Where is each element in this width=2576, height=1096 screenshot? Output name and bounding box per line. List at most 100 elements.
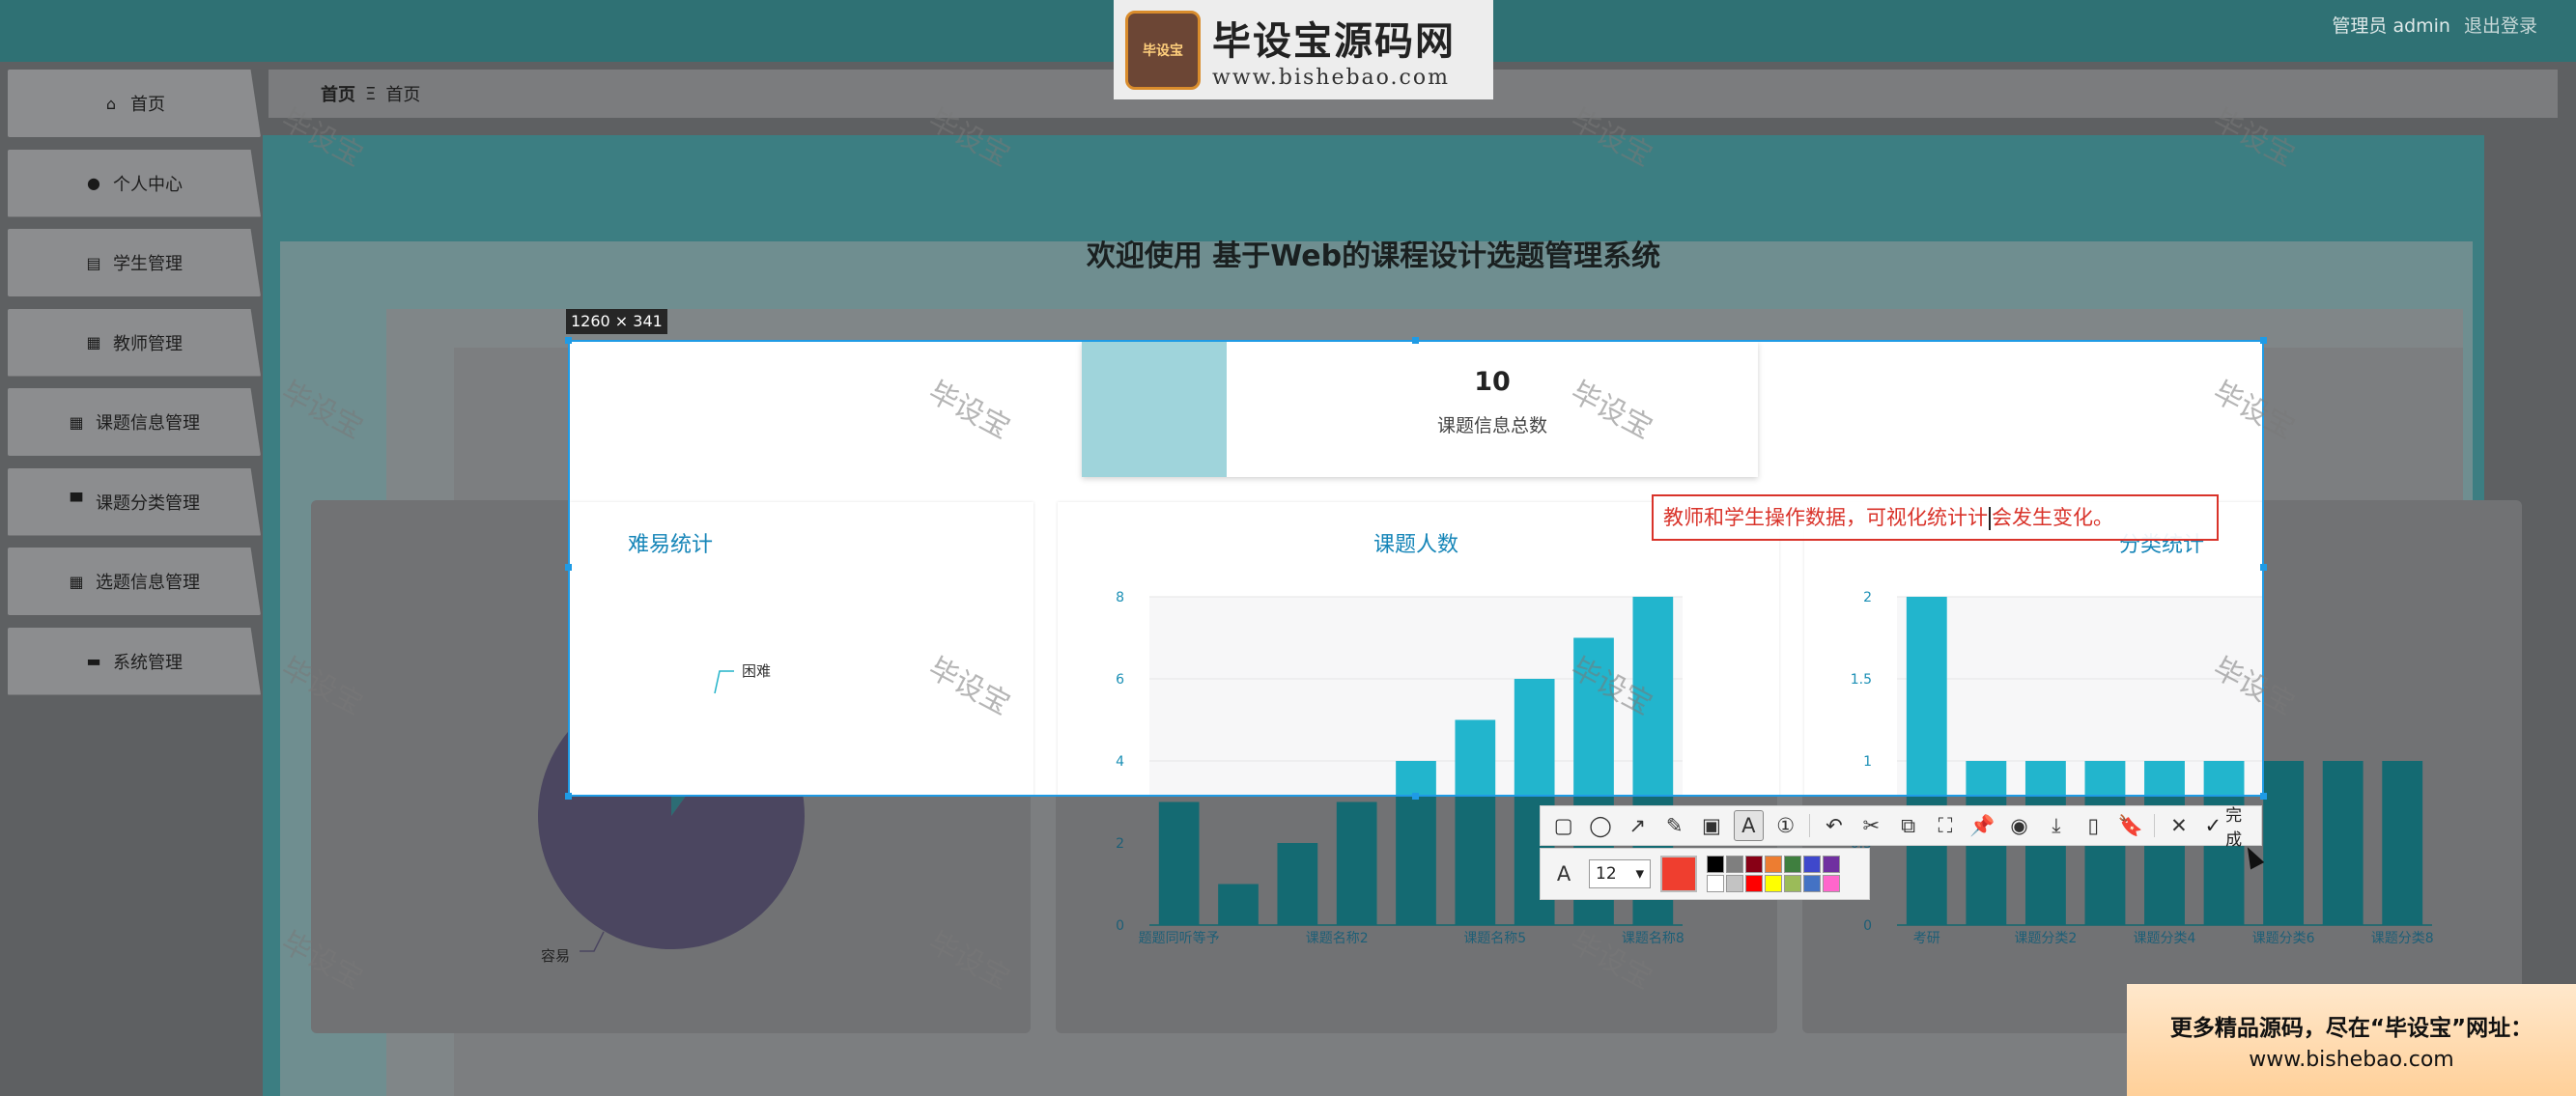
y-tick-label: 1.5 bbox=[1851, 672, 1872, 688]
text-style-toolbar: A 12 ▾ bbox=[1540, 848, 1870, 900]
resize-handle[interactable] bbox=[565, 793, 572, 800]
capture-selection[interactable]: 10 课题信息总数 难易统计 课题人数 分类统计 困难 4 6 8 1 1.5 2 bbox=[568, 340, 2264, 797]
done-button[interactable]: ✓ 完成 bbox=[2201, 801, 2261, 850]
bar bbox=[1455, 719, 1496, 795]
pen-tool-icon[interactable]: ✎ bbox=[1659, 810, 1689, 841]
resize-handle[interactable] bbox=[2260, 564, 2267, 571]
promo-url: www.bishebao.com bbox=[2249, 1047, 2454, 1072]
bar bbox=[2024, 761, 2066, 795]
resize-handle[interactable] bbox=[565, 337, 572, 344]
color-swatch[interactable] bbox=[1784, 875, 1801, 892]
x-tick-label: 课题分类2 bbox=[2014, 931, 2077, 946]
annotation-text: 教师和学生操作数据，可视化统计计 bbox=[1663, 506, 1988, 529]
done-label: 完成 bbox=[2225, 806, 2243, 850]
color-swatch[interactable] bbox=[1726, 875, 1743, 892]
y-tick-label: 2 bbox=[1863, 590, 1872, 605]
pie-label: 容易 bbox=[541, 947, 570, 965]
rectangle-tool-icon[interactable]: ▢ bbox=[1548, 810, 1578, 841]
bar bbox=[2084, 761, 2126, 795]
x-tick-label: 课题分类6 bbox=[2252, 931, 2315, 946]
logo-badge: 毕设宝 bbox=[1125, 10, 1201, 90]
resize-handle[interactable] bbox=[2260, 793, 2267, 800]
scroll-capture-icon[interactable]: ⛶ bbox=[1930, 810, 1960, 841]
y-tick-label: 1 bbox=[1863, 754, 1872, 770]
record-icon[interactable]: ◉ bbox=[2004, 810, 2034, 841]
y-tick-label: 8 bbox=[1116, 590, 1124, 605]
color-swatch[interactable] bbox=[1745, 875, 1763, 892]
font-size-select[interactable]: 12 ▾ bbox=[1589, 859, 1651, 888]
bar bbox=[1218, 884, 1259, 925]
bar bbox=[1573, 637, 1614, 795]
bar bbox=[2322, 761, 2364, 925]
download-icon[interactable]: ⤓ bbox=[2041, 810, 2071, 841]
color-swatch[interactable] bbox=[1765, 856, 1782, 873]
selection-charts: 困难 4 6 8 1 1.5 2 bbox=[570, 590, 2264, 797]
current-color-swatch[interactable] bbox=[1660, 856, 1697, 892]
color-swatch[interactable] bbox=[1803, 875, 1821, 892]
text-annotation[interactable]: 教师和学生操作数据，可视化统计计 会发生变化。 bbox=[1652, 494, 2219, 541]
color-swatch[interactable] bbox=[1803, 856, 1821, 873]
bar bbox=[1277, 843, 1318, 925]
bar bbox=[1336, 801, 1377, 925]
undo-icon[interactable]: ↶ bbox=[1819, 810, 1849, 841]
resize-handle[interactable] bbox=[1412, 793, 1419, 800]
pie-slice bbox=[570, 683, 805, 797]
selection-size-label: 1260 × 341 bbox=[566, 309, 667, 334]
font-size-value: 12 bbox=[1596, 864, 1617, 884]
color-swatch[interactable] bbox=[1765, 875, 1782, 892]
pie-slice bbox=[671, 683, 750, 797]
bar bbox=[2263, 761, 2305, 925]
save-phone-icon[interactable]: ▯ bbox=[2079, 810, 2109, 841]
color-swatch[interactable] bbox=[1707, 856, 1724, 873]
x-tick-label: 课题名称2 bbox=[1306, 931, 1369, 946]
pie-label-line bbox=[580, 931, 605, 952]
x-tick-label: 课题分类8 bbox=[2371, 931, 2434, 946]
bar bbox=[1632, 597, 1674, 795]
y-tick-label: 6 bbox=[1116, 672, 1124, 688]
pie-group bbox=[570, 683, 805, 797]
bar bbox=[1158, 801, 1200, 925]
y-tick-label: 4 bbox=[1116, 754, 1124, 770]
x-tick-label: 课题分类4 bbox=[2134, 931, 2196, 946]
x-tick-label: 课题名称8 bbox=[1622, 931, 1684, 946]
resize-handle[interactable] bbox=[2260, 337, 2267, 344]
ocr-icon[interactable]: ✂ bbox=[1856, 810, 1886, 841]
site-logo: 毕设宝 毕设宝源码网 www.bishebao.com bbox=[1114, 0, 1493, 99]
color-swatch[interactable] bbox=[1784, 856, 1801, 873]
bar bbox=[1396, 761, 1436, 795]
mosaic-tool-icon[interactable]: ▣ bbox=[1696, 810, 1726, 841]
chevron-down-icon: ▾ bbox=[1635, 864, 1644, 884]
resize-handle[interactable] bbox=[1412, 337, 1419, 344]
resize-handle[interactable] bbox=[565, 564, 572, 571]
toolbar-separator bbox=[1809, 814, 1811, 837]
promo-text: 更多精品源码，尽在“毕设宝”网址： bbox=[2169, 1015, 2534, 1041]
color-swatch[interactable] bbox=[1726, 856, 1743, 873]
color-swatch[interactable] bbox=[1707, 875, 1724, 892]
annotation-text: 会发生变化。 bbox=[1992, 506, 2113, 529]
ellipse-tool-icon[interactable]: ◯ bbox=[1585, 810, 1615, 841]
color-swatch[interactable] bbox=[1745, 856, 1763, 873]
bar bbox=[2382, 761, 2423, 925]
bar bbox=[2263, 761, 2264, 795]
font-icon: A bbox=[1556, 862, 1571, 885]
pin-icon[interactable]: 📌 bbox=[1967, 810, 1997, 841]
bar bbox=[2144, 761, 2185, 795]
text-caret bbox=[1989, 507, 1991, 530]
pie-label-line bbox=[714, 670, 734, 694]
text-tool-icon[interactable]: A bbox=[1733, 810, 1764, 841]
close-icon[interactable]: ✕ bbox=[2164, 810, 2194, 841]
bookmark-icon[interactable]: 🔖 bbox=[2115, 810, 2145, 841]
y-tick-label: 2 bbox=[1116, 836, 1124, 852]
check-icon: ✓ bbox=[2204, 814, 2222, 837]
arrow-tool-icon[interactable]: ↗ bbox=[1623, 810, 1653, 841]
color-swatch[interactable] bbox=[1823, 875, 1840, 892]
number-tool-icon[interactable]: ① bbox=[1770, 810, 1800, 841]
x-tick-label: 考研 bbox=[1913, 931, 1940, 946]
translate-icon[interactable]: ⧉ bbox=[1893, 810, 1923, 841]
logo-url: www.bishebao.com bbox=[1212, 66, 1450, 90]
color-palette bbox=[1707, 856, 1840, 892]
bar bbox=[1966, 761, 2007, 795]
capture-toolbar: ▢ ◯ ↗ ✎ ▣ A ① ↶ ✂ ⧉ ⛶ 📌 ◉ ⤓ ▯ 🔖 ✕ ✓ 完成 bbox=[1540, 805, 2262, 850]
y-tick-label: 0 bbox=[1116, 918, 1124, 934]
color-swatch[interactable] bbox=[1823, 856, 1840, 873]
